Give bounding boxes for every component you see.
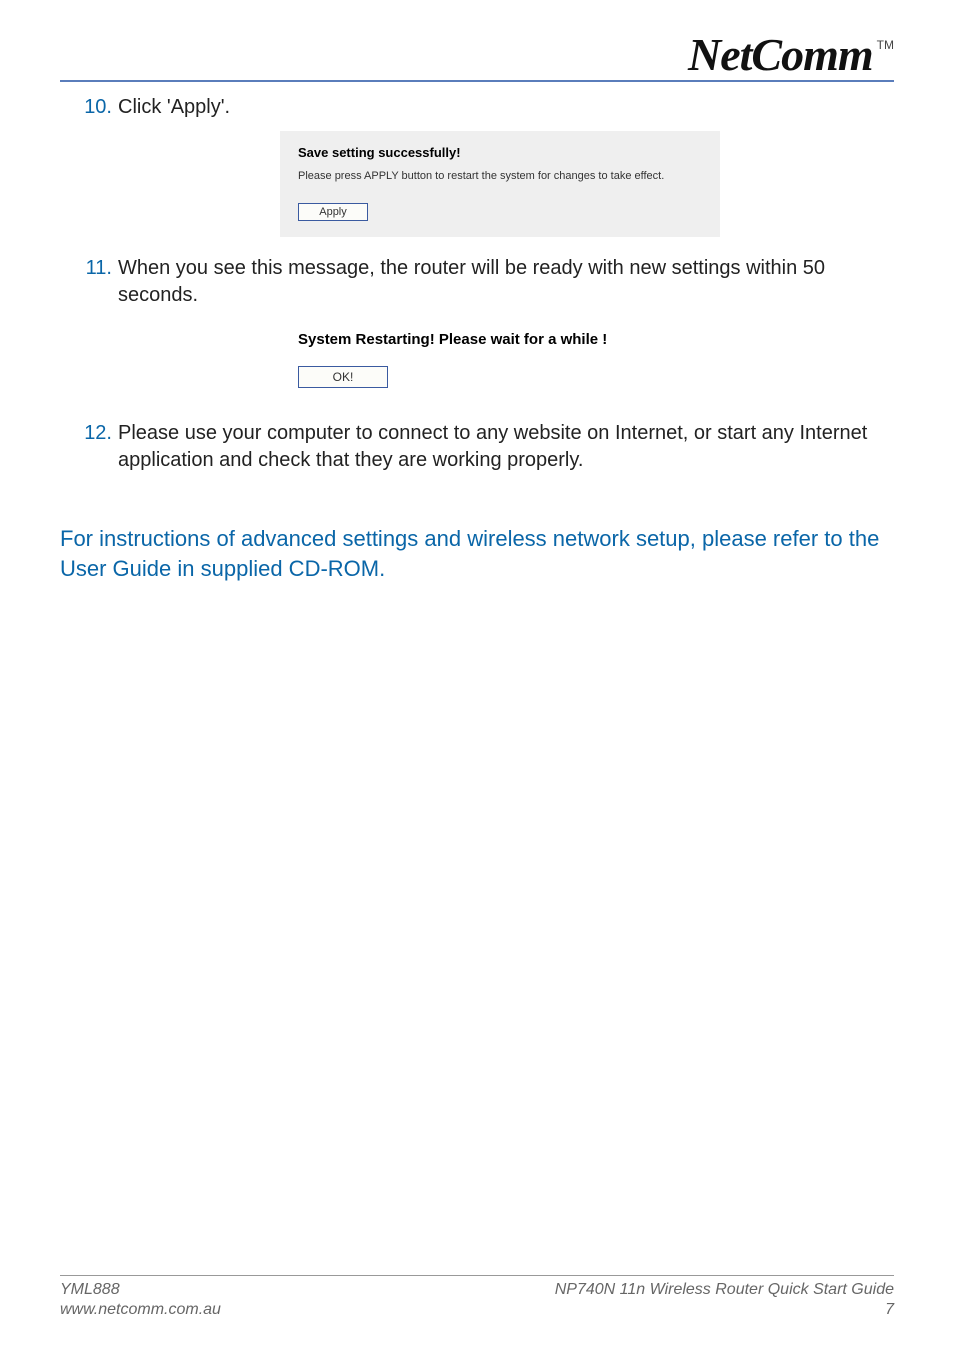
page-footer: YML888 www.netcomm.com.au NP740N 11n Wir… [60,1275,894,1320]
website-url: www.netcomm.com.au [60,1300,221,1320]
footer-divider [60,1275,894,1276]
step-number: 12. [60,420,118,447]
page: NetComm TM 10. Click 'Apply'. Save setti… [0,0,954,1350]
dialog-button-row: Apply [298,202,702,221]
doc-title: NP740N 11n Wireless Router Quick Start G… [555,1280,894,1300]
brand-logo: NetComm TM [688,32,894,78]
ok-button[interactable]: OK! [298,366,388,388]
footer-row: YML888 www.netcomm.com.au NP740N 11n Wir… [60,1280,894,1320]
page-number: 7 [555,1300,894,1320]
dialog-message: Please press APPLY button to restart the… [298,170,702,182]
brand-name: NetComm [688,32,873,78]
doc-code: YML888 [60,1280,221,1300]
step-11: 11. When you see this message, the route… [60,255,894,309]
page-header: NetComm TM [60,28,894,82]
system-restarting-dialog: System Restarting! Please wait for a whi… [280,319,720,402]
content-area: 10. Click 'Apply'. Save setting successf… [60,82,894,583]
step-10: 10. Click 'Apply'. [60,94,894,121]
step-number: 11. [60,255,118,282]
trademark-symbol: TM [877,38,894,52]
apply-button[interactable]: Apply [298,203,368,221]
footer-right: NP740N 11n Wireless Router Quick Start G… [555,1280,894,1320]
step-text: When you see this message, the router wi… [118,255,894,309]
save-setting-dialog: Save setting successfully! Please press … [280,131,720,237]
step-number: 10. [60,94,118,121]
advanced-instructions-note: For instructions of advanced settings an… [60,524,894,583]
dialog-title: Save setting successfully! [298,145,702,160]
dialog-title: System Restarting! Please wait for a whi… [298,331,702,348]
step-text: Please use your computer to connect to a… [118,420,894,474]
footer-left: YML888 www.netcomm.com.au [60,1280,221,1320]
step-12: 12. Please use your computer to connect … [60,420,894,474]
step-text: Click 'Apply'. [118,94,894,121]
